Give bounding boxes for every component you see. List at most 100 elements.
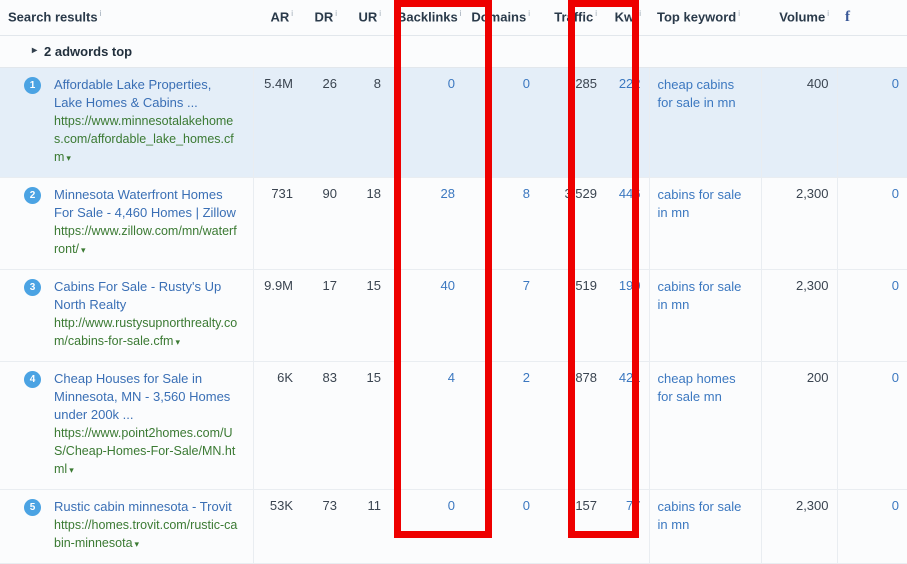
cell-ar: 6K	[253, 361, 302, 490]
chevron-down-icon[interactable]: ▾	[135, 539, 140, 549]
table-row[interactable]: 3 Cabins For Sale - Rusty's Up North Rea…	[0, 269, 907, 362]
info-icon[interactable]: i	[335, 9, 337, 18]
cell-dr: 90	[301, 177, 346, 270]
cell-backlinks[interactable]: 28	[389, 177, 464, 270]
result-url-link[interactable]: https://homes.trovit.com/rustic-cabin-mi…	[54, 516, 241, 553]
result-cell: Cheap Houses for Sale in Minnesota, MN -…	[46, 361, 254, 490]
cell-traffic: 3,529	[538, 177, 606, 270]
info-icon[interactable]: i	[528, 9, 530, 18]
result-url-link[interactable]: https://www.point2homes.com/US/Cheap-Hom…	[54, 424, 241, 479]
cell-ur: 18	[345, 177, 390, 270]
table-header: Search results i AR i DR i UR i Backlinks i D…	[0, 0, 907, 36]
column-header-label: Search results	[8, 9, 98, 25]
cell-ar: 53K	[253, 489, 302, 564]
cell-domains[interactable]: 0	[463, 67, 539, 178]
table-row[interactable]: 1 Affordable Lake Properties, Lake Homes…	[0, 67, 907, 178]
column-header-label: Volume	[779, 9, 826, 25]
cell-backlinks[interactable]: 0	[389, 489, 464, 564]
info-icon[interactable]: i	[595, 9, 597, 18]
result-url-link[interactable]: https://www.minnesotalakehomes.com/affor…	[54, 112, 241, 167]
cell-backlinks[interactable]: 40	[389, 269, 464, 362]
column-header-ur[interactable]: UR i	[345, 0, 390, 36]
info-icon[interactable]: i	[291, 9, 293, 18]
result-title-link[interactable]: Affordable Lake Properties, Lake Homes &…	[54, 76, 241, 112]
cell-facebook[interactable]: 0	[836, 67, 907, 178]
column-header-backlinks[interactable]: Backlinks i	[389, 0, 464, 36]
cell-kw[interactable]: 222	[605, 67, 650, 178]
info-icon[interactable]: i	[460, 9, 462, 18]
column-header-kw[interactable]: Kw. i	[605, 0, 650, 36]
cell-backlinks[interactable]: 4	[389, 361, 464, 490]
cell-facebook[interactable]: 0	[836, 177, 907, 270]
rank-badge: 3	[24, 279, 41, 296]
rank-cell: 1	[0, 67, 46, 178]
cell-dr: 17	[301, 269, 346, 362]
cell-ar: 731	[253, 177, 302, 270]
cell-top-keyword[interactable]: cheap homes for sale mn	[648, 361, 762, 490]
cell-facebook[interactable]: 0	[836, 489, 907, 564]
cell-top-keyword[interactable]: cabins for sale in mn	[648, 269, 762, 362]
column-header-facebook[interactable]: f	[837, 0, 907, 36]
result-url-link[interactable]: https://www.zillow.com/mn/waterfront/▾	[54, 222, 241, 259]
cell-volume: 2,300	[761, 489, 838, 564]
group-row-label-wrap: ▸ 2 adwords top	[8, 44, 132, 59]
column-header-label: UR	[358, 9, 378, 25]
cell-kw[interactable]: 446	[605, 177, 650, 270]
result-title-link[interactable]: Minnesota Waterfront Homes For Sale - 4,…	[54, 186, 241, 222]
column-header-search-results[interactable]: Search results i	[0, 0, 254, 36]
cell-domains[interactable]: 0	[463, 489, 539, 564]
rank-cell: 4	[0, 361, 46, 490]
column-header-ar[interactable]: AR i	[253, 0, 302, 36]
info-icon[interactable]: i	[379, 9, 381, 18]
cell-top-keyword[interactable]: cabins for sale in mn	[648, 489, 762, 564]
chevron-down-icon[interactable]: ▾	[81, 245, 86, 255]
cell-domains[interactable]: 7	[463, 269, 539, 362]
info-icon[interactable]: i	[639, 9, 641, 18]
table-row[interactable]: 2 Minnesota Waterfront Homes For Sale - …	[0, 177, 907, 270]
table-row[interactable]: 4 Cheap Houses for Sale in Minnesota, MN…	[0, 361, 907, 490]
result-cell: Rustic cabin minnesota - Trovit https://…	[46, 489, 254, 564]
table-row[interactable]: 5 Rustic cabin minnesota - Trovit https:…	[0, 489, 907, 564]
cell-top-keyword[interactable]: cheap cabins for sale in mn	[648, 67, 762, 178]
cell-dr: 73	[301, 489, 346, 564]
cell-traffic: 519	[538, 269, 606, 362]
column-header-domains[interactable]: Domains i	[463, 0, 539, 36]
group-row-adwords[interactable]: ▸ 2 adwords top	[0, 35, 907, 68]
cell-facebook[interactable]: 0	[836, 269, 907, 362]
cell-domains[interactable]: 8	[463, 177, 539, 270]
cell-kw[interactable]: 77	[605, 489, 650, 564]
info-icon[interactable]: i	[738, 9, 740, 18]
rank-cell: 5	[0, 489, 46, 564]
info-icon[interactable]: i	[100, 9, 102, 18]
result-title-link[interactable]: Cheap Houses for Sale in Minnesota, MN -…	[54, 370, 241, 424]
column-header-volume[interactable]: Volume i	[761, 0, 838, 36]
column-header-label: AR	[270, 9, 290, 25]
cell-volume: 2,300	[761, 269, 838, 362]
column-header-dr[interactable]: DR i	[301, 0, 346, 36]
chevron-down-icon[interactable]: ▾	[175, 337, 180, 347]
chevron-right-icon[interactable]: ▸	[32, 45, 37, 56]
cell-ar: 9.9M	[253, 269, 302, 362]
column-header-traffic[interactable]: Traffic i	[538, 0, 606, 36]
result-url-text: http://www.rustysupnorthrealty.com/cabin…	[54, 316, 238, 348]
cell-top-keyword[interactable]: cabins for sale in mn	[648, 177, 762, 270]
cell-ur: 15	[345, 269, 390, 362]
cell-backlinks[interactable]: 0	[389, 67, 464, 178]
result-title-link[interactable]: Cabins For Sale - Rusty's Up North Realt…	[54, 278, 241, 314]
group-row-cell[interactable]: ▸ 2 adwords top	[0, 35, 907, 68]
result-url-link[interactable]: http://www.rustysupnorthrealty.com/cabin…	[54, 314, 241, 351]
chevron-down-icon[interactable]: ▾	[66, 153, 71, 163]
cell-kw[interactable]: 421	[605, 361, 650, 490]
column-header-top-keyword[interactable]: Top keyword i	[649, 0, 762, 36]
info-icon[interactable]: i	[827, 9, 829, 18]
cell-kw[interactable]: 190	[605, 269, 650, 362]
cell-ar: 5.4M	[253, 67, 302, 178]
cell-volume: 2,300	[761, 177, 838, 270]
cell-dr: 83	[301, 361, 346, 490]
rank-badge: 2	[24, 187, 41, 204]
cell-facebook[interactable]: 0	[836, 361, 907, 490]
rank-cell: 2	[0, 177, 46, 270]
result-title-link[interactable]: Rustic cabin minnesota - Trovit	[54, 498, 241, 516]
chevron-down-icon[interactable]: ▾	[69, 465, 74, 475]
cell-domains[interactable]: 2	[463, 361, 539, 490]
